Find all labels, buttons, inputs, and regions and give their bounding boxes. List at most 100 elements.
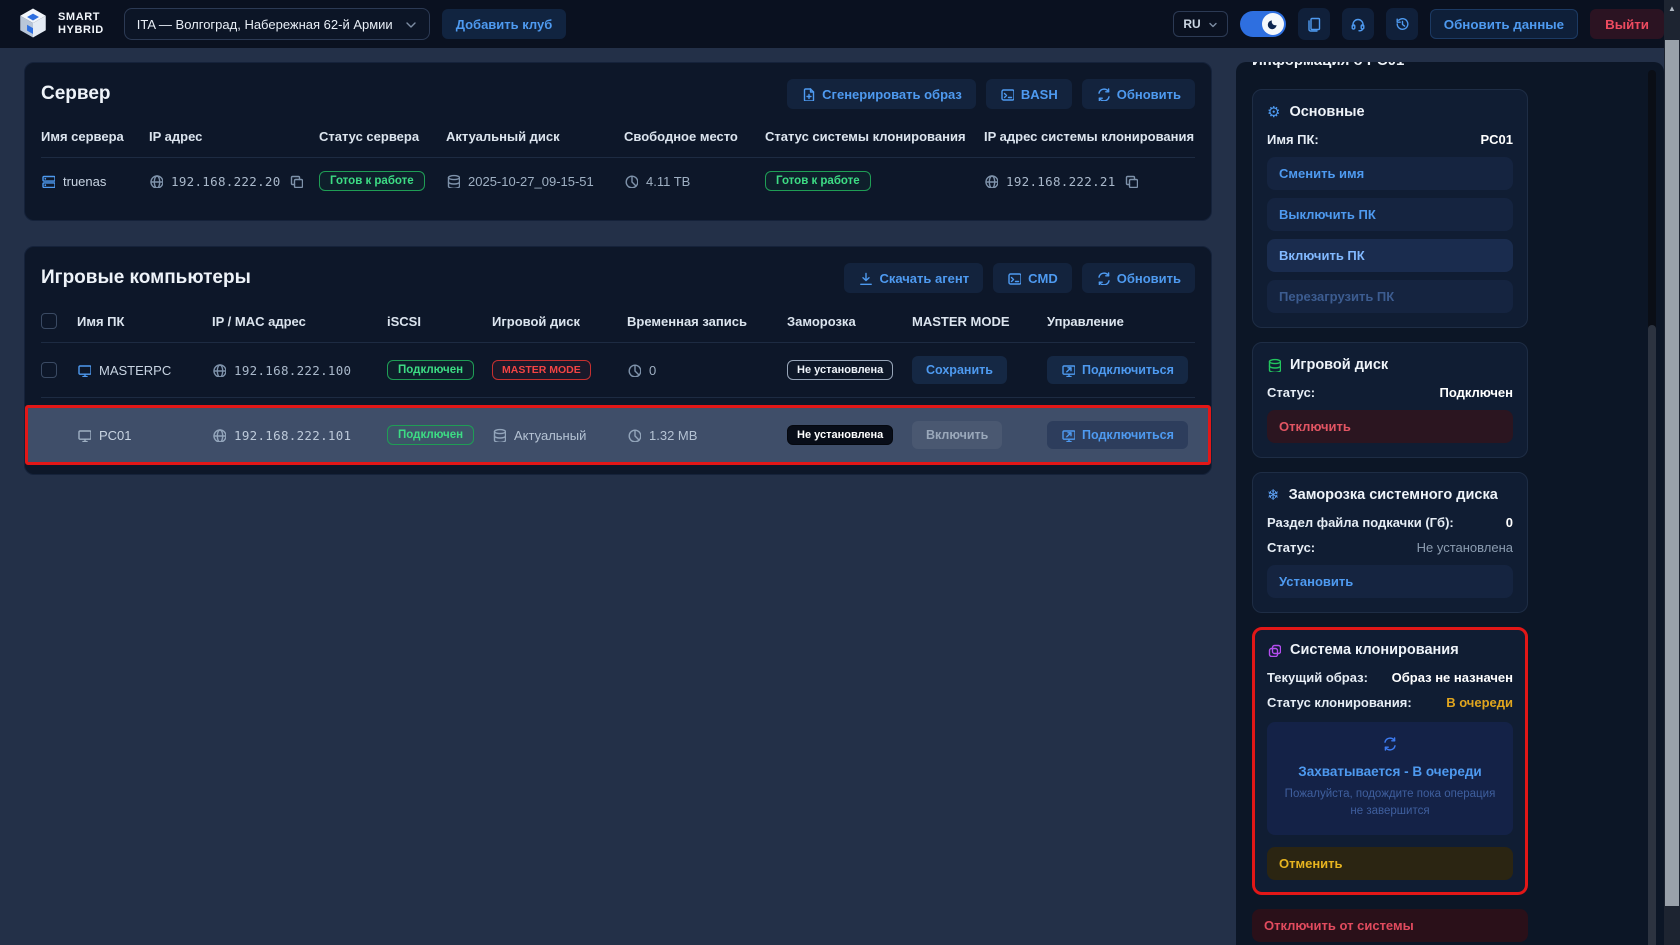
disconnect-disk-button[interactable]: Отключить [1267, 410, 1513, 443]
cmd-button[interactable]: CMD [993, 263, 1072, 293]
iscsi-badge: Подключен [387, 360, 474, 380]
monitor-icon [77, 363, 91, 377]
brand-name: SMART HYBRID [58, 11, 104, 36]
documents-button[interactable] [1298, 8, 1330, 40]
pc-name-label: Имя ПК: [1267, 132, 1319, 147]
pie-chart-icon [627, 428, 641, 442]
clone-status-badge: Готов к работе [765, 171, 871, 191]
status-label: Статус: [1267, 540, 1315, 555]
save-master-mode-button[interactable]: Сохранить [912, 356, 1007, 384]
actual-disk-value: 2025-10-27_09-15-51 [468, 174, 594, 189]
copy-ip-button[interactable] [1124, 174, 1138, 188]
row-checkbox[interactable] [41, 362, 57, 378]
server-card: Сервер Сгенерировать образ [24, 62, 1212, 221]
terminal-icon [1007, 271, 1021, 285]
cancel-cloning-button[interactable]: Отменить [1267, 847, 1513, 880]
copy-icon [289, 174, 303, 188]
server-name: truenas [63, 174, 106, 189]
monitor-connect-icon [1061, 363, 1075, 377]
copy-icon [1124, 174, 1138, 188]
globe-icon [212, 363, 226, 377]
disk-icon [1267, 358, 1281, 372]
page-scrollbar-thumb[interactable] [1665, 40, 1679, 906]
status-value: Подключен [1439, 385, 1513, 400]
disconnect-system-button[interactable]: Отключить от системы [1252, 909, 1528, 942]
enable-master-mode-button[interactable]: Включить [912, 421, 1002, 449]
server-table-row[interactable]: truenas 192.168.222.20 Готов к работе [41, 158, 1195, 204]
server-title: Сервер [41, 83, 111, 105]
table-row-masterpc[interactable]: MASTERPC 192.168.222.100 Подключен MASTE… [41, 343, 1195, 398]
disk-icon [492, 428, 506, 442]
club-selector-value: ITA — Волгоград, Набережная 62-й Армии [137, 17, 393, 32]
server-table-header: Имя сервера IP адрес Статус сервера Акту… [41, 129, 1195, 158]
current-image-value: Образ не назначен [1392, 670, 1513, 685]
select-all-checkbox[interactable] [41, 313, 57, 329]
sidebar-scrollbar-thumb[interactable] [1648, 325, 1656, 945]
pc-name: PC01 [99, 428, 132, 443]
pc-ip: 192.168.222.100 [234, 363, 351, 378]
language-value: RU [1183, 17, 1200, 31]
club-selector[interactable]: ITA — Волгоград, Набережная 62-й Армии [124, 8, 430, 40]
swap-label: Раздел файла подкачки (Гб): [1267, 515, 1454, 530]
table-row-pc01-selected[interactable]: PC01 192.168.222.101 Подключен [25, 405, 1211, 465]
globe-icon [212, 428, 226, 442]
connect-button[interactable]: Подключиться [1047, 356, 1188, 384]
main-column: Сервер Сгенерировать образ [24, 62, 1212, 475]
headset-icon [1350, 16, 1366, 32]
game-disk-card: Игровой диск Статус: Подключен Отключить [1252, 342, 1528, 458]
download-agent-button[interactable]: Скачать агент [844, 263, 983, 293]
server-refresh-button[interactable]: Обновить [1082, 79, 1195, 109]
history-button[interactable] [1386, 8, 1418, 40]
status-value: Не установлена [1417, 540, 1513, 555]
current-image-label: Текущий образ: [1267, 670, 1368, 685]
freeze-badge: Не установлена [787, 360, 893, 380]
disk-icon [446, 174, 460, 188]
refresh-data-button[interactable]: Обновить данные [1430, 9, 1578, 39]
freeze-card: ❄ Заморозка системного диска Раздел файл… [1252, 472, 1528, 613]
computers-refresh-button[interactable]: Обновить [1082, 263, 1195, 293]
globe-icon [149, 174, 163, 188]
copy-ip-button[interactable] [289, 174, 303, 188]
scroll-up-arrow-icon[interactable]: ▲ [1664, 0, 1680, 16]
freeze-title: Заморозка системного диска [1289, 487, 1498, 503]
add-club-button[interactable]: Добавить клуб [442, 9, 567, 39]
game-disk-title: Игровой диск [1290, 357, 1388, 373]
logout-button[interactable]: Выйти [1590, 9, 1664, 39]
language-selector[interactable]: RU [1173, 11, 1227, 37]
cloning-status-value: В очереди [1446, 695, 1513, 710]
reboot-pc-button[interactable]: Перезагрузить ПК [1267, 280, 1513, 313]
pc-info-panel: Информация о PC01 ⚙ Основные Имя ПК: PC0… [1236, 62, 1664, 945]
cloning-title: Система клонирования [1290, 642, 1459, 658]
poweron-pc-button[interactable]: Включить ПК [1267, 239, 1513, 272]
support-button[interactable] [1342, 8, 1374, 40]
connect-button[interactable]: Подключиться [1047, 421, 1188, 449]
page-layout: Сервер Сгенерировать образ [0, 48, 1680, 945]
computers-card: Игровые компьютеры Скачать агент CMD [24, 246, 1212, 475]
page-scrollbar[interactable]: ▲ [1664, 0, 1680, 945]
clone-icon [1267, 643, 1281, 657]
server-status-badge: Готов к работе [319, 171, 425, 191]
install-freeze-button[interactable]: Установить [1267, 565, 1513, 598]
iscsi-badge: Подключен [387, 425, 474, 445]
pc-name-value: PC01 [1480, 132, 1513, 147]
game-disk-value: Актуальный [514, 428, 586, 443]
logo-cube-icon [16, 6, 50, 43]
status-label: Статус: [1267, 385, 1315, 400]
dark-mode-toggle[interactable] [1240, 11, 1286, 37]
history-clock-icon [1394, 16, 1410, 32]
computers-title: Игровые компьютеры [41, 267, 251, 289]
rename-pc-button[interactable]: Сменить имя [1267, 157, 1513, 190]
generate-image-button[interactable]: Сгенерировать образ [787, 79, 976, 109]
snowflake-icon: ❄ [1267, 488, 1280, 503]
temp-write-value: 0 [649, 363, 656, 378]
pie-chart-icon [624, 174, 638, 188]
chevron-down-icon [403, 17, 417, 31]
temp-write-value: 1.32 MB [649, 428, 697, 443]
bash-button[interactable]: BASH [986, 79, 1072, 109]
monitor-connect-icon [1061, 428, 1075, 442]
sidebar-scrollbar[interactable] [1648, 70, 1656, 945]
server-ip: 192.168.222.20 [171, 174, 281, 189]
shutdown-pc-button[interactable]: Выключить ПК [1267, 198, 1513, 231]
file-plus-icon [801, 87, 815, 101]
refresh-spinner-icon [1279, 736, 1501, 752]
